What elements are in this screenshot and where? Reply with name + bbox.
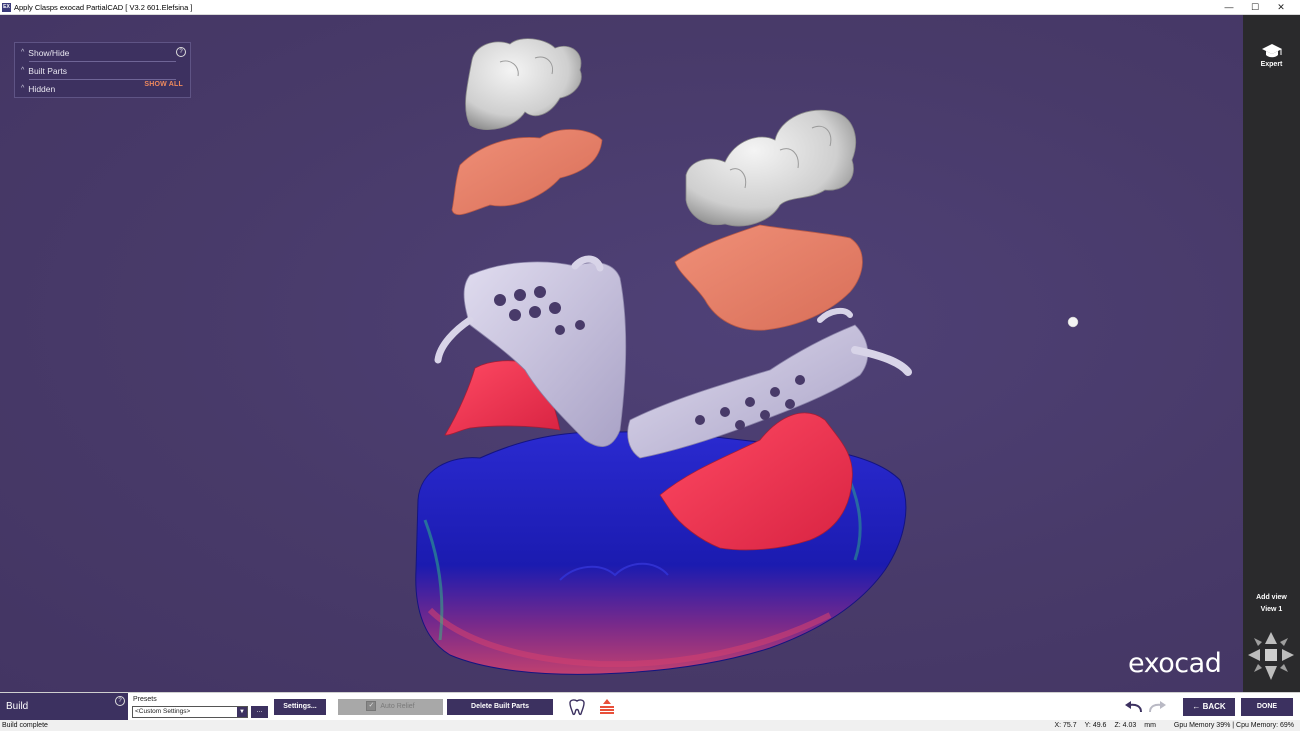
chevron-up-icon: ^ xyxy=(21,67,25,74)
mode-label: Build xyxy=(6,701,29,712)
add-view-button[interactable]: Add view View 1 xyxy=(1243,592,1300,616)
chevron-up-icon: ^ xyxy=(21,49,25,56)
mode-panel: Build ? xyxy=(0,693,128,721)
help-icon[interactable]: ? xyxy=(115,696,125,706)
presets-label: Presets xyxy=(133,696,157,703)
help-icon[interactable]: ? xyxy=(176,47,186,57)
checkbox-icon: ✓ xyxy=(366,701,377,712)
minimize-button[interactable]: — xyxy=(1216,0,1242,14)
show-hide-panel: ^ Show/Hide ? ^ Built Parts ^ Hidden SHO… xyxy=(14,42,191,98)
chevron-up-icon: ^ xyxy=(21,85,25,92)
show-hide-label: Show/Hide xyxy=(28,48,70,58)
redo-icon[interactable] xyxy=(1147,700,1167,714)
show-hide-row[interactable]: ^ Show/Hide xyxy=(21,44,69,62)
auto-relief-toggle[interactable]: ✓ Auto Relief xyxy=(338,699,443,715)
back-button[interactable]: ← BACK xyxy=(1183,698,1235,716)
expert-mode-button[interactable]: Expert xyxy=(1243,43,1300,68)
status-message: Build complete xyxy=(2,722,48,729)
tooth-outline-icon[interactable] xyxy=(567,698,587,716)
settings-button[interactable]: Settings... xyxy=(274,699,326,715)
status-readouts: X: 75.7 Y: 49.6 Z: 4.03 mm Gpu Memory 39… xyxy=(1054,720,1294,731)
presets-more-button[interactable]: ... xyxy=(251,706,268,718)
status-bar: Build complete X: 75.7 Y: 49.6 Z: 4.03 m… xyxy=(0,720,1300,731)
app-icon: EX xyxy=(2,2,11,12)
auto-relief-label: Auto Relief xyxy=(380,703,415,710)
coord-unit: mm xyxy=(1144,722,1156,729)
built-parts-label: Built Parts xyxy=(28,66,68,76)
exocad-logo-icon xyxy=(1248,632,1294,680)
3d-viewport[interactable]: ^ Show/Hide ? ^ Built Parts ^ Hidden SHO… xyxy=(0,15,1243,692)
presets-dropdown[interactable]: <Custom Settings> ▼ xyxy=(132,706,248,718)
done-button[interactable]: DONE xyxy=(1241,698,1293,716)
layers-relief-icon[interactable] xyxy=(598,698,616,716)
add-view-label: Add view xyxy=(1256,594,1287,601)
close-button[interactable]: ✕ xyxy=(1268,0,1294,14)
chevron-down-icon: ▼ xyxy=(237,707,247,717)
coord-y: Y: 49.6 xyxy=(1084,722,1107,729)
delete-built-parts-button[interactable]: Delete Built Parts xyxy=(447,699,553,715)
graduation-cap-icon xyxy=(1261,44,1282,58)
bottom-toolbar: Build ? Presets <Custom Settings> ▼ ... … xyxy=(0,692,1300,721)
arrow-left-icon: ← xyxy=(1192,702,1201,711)
title-bar: EX Apply Clasps exocad PartialCAD [ V3.2… xyxy=(0,0,1300,15)
presets-value: <Custom Settings> xyxy=(135,708,191,715)
maximize-button[interactable]: ☐ xyxy=(1242,0,1268,14)
exocad-logo-text: exocad xyxy=(1128,648,1222,679)
view-label: View 1 xyxy=(1260,606,1283,613)
show-all-button[interactable]: SHOW ALL xyxy=(144,81,183,88)
hidden-label: Hidden xyxy=(28,84,56,94)
expert-label: Expert xyxy=(1260,61,1283,68)
coord-x: X: 75.7 xyxy=(1054,722,1077,729)
dental-scene xyxy=(415,38,1079,675)
undo-icon[interactable] xyxy=(1124,700,1144,714)
crown-group-left xyxy=(465,38,582,131)
light-source-handle[interactable] xyxy=(1067,316,1079,328)
built-parts-row[interactable]: ^ Built Parts xyxy=(21,62,67,80)
right-sidebar: Expert Add view View 1 xyxy=(1243,15,1300,692)
crown-group-right xyxy=(685,109,856,227)
window-controls: — ☐ ✕ xyxy=(1216,0,1294,14)
coord-z: Z: 4.03 xyxy=(1114,722,1137,729)
memory-usage: Gpu Memory 39% | Cpu Memory: 69% xyxy=(1173,722,1294,729)
hidden-row[interactable]: ^ Hidden xyxy=(21,80,55,98)
back-label: BACK xyxy=(1202,702,1226,711)
gingiva-left xyxy=(451,129,603,216)
window-title: Apply Clasps exocad PartialCAD [ V3.2 60… xyxy=(14,2,193,12)
